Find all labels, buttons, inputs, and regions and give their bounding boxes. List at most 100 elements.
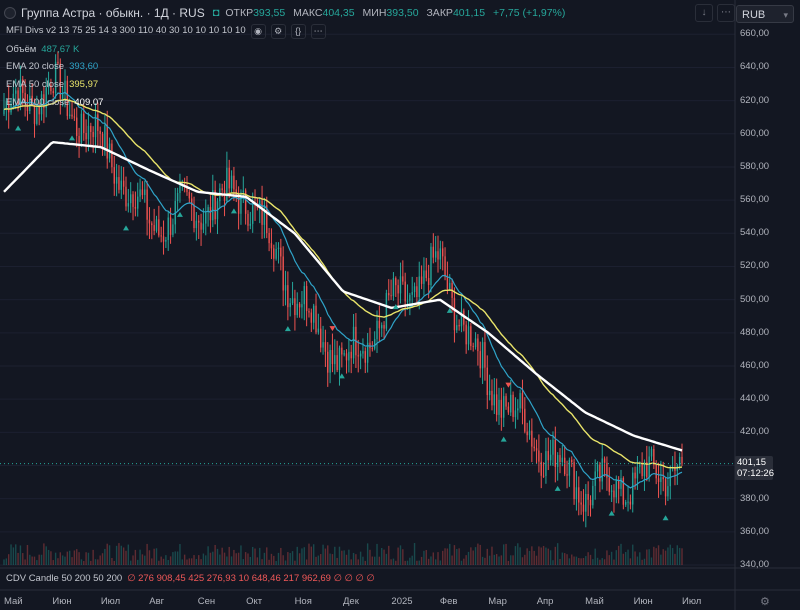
volume-bar	[348, 549, 350, 565]
volume-legend[interactable]: Объём 487,67 K	[6, 43, 79, 57]
candle-body	[678, 456, 681, 466]
candle-body	[545, 451, 547, 476]
time-tick-label: Авг	[149, 596, 165, 607]
candle-body	[592, 485, 594, 506]
volume-bar	[263, 552, 266, 565]
price-tick-label: 380,00	[740, 492, 770, 504]
candle-body	[167, 217, 169, 240]
volume-bar	[249, 556, 252, 565]
candle-body	[73, 116, 76, 118]
volume-bar	[355, 554, 357, 565]
volume-bar	[613, 559, 615, 565]
volume-bar	[418, 560, 420, 565]
volume-bar	[542, 545, 545, 565]
currency-select[interactable]: RUB ▾	[736, 5, 794, 23]
symbol-logo-icon[interactable]	[4, 7, 16, 19]
volume-bar	[390, 559, 392, 565]
candle-body	[495, 394, 498, 415]
candle-body	[68, 114, 71, 116]
volume-bar	[514, 546, 517, 565]
candle-body	[301, 304, 303, 308]
volume-bar	[467, 551, 470, 565]
more-icon[interactable]: ⋯	[310, 23, 326, 39]
volume-bar	[24, 559, 26, 565]
candle-body	[481, 342, 484, 369]
ema100-legend[interactable]: EMA 100 close 409,07	[6, 96, 103, 110]
candle-body	[120, 180, 123, 190]
volume-bar	[430, 556, 432, 565]
candle-body	[277, 247, 280, 249]
volume-bar	[606, 550, 608, 565]
candle-body	[465, 324, 467, 345]
volume-bar	[275, 560, 277, 565]
volume-bar	[90, 560, 92, 565]
candle-body	[474, 338, 477, 348]
candle-body	[85, 132, 87, 140]
candle-body	[270, 243, 273, 249]
volume-bar	[643, 558, 646, 565]
candle-body	[179, 185, 181, 194]
download-icon[interactable]: ↓	[695, 4, 713, 22]
volume-bar	[155, 548, 158, 565]
candle-body	[430, 246, 432, 286]
volume-bar	[22, 553, 24, 565]
volume-bar	[589, 554, 592, 565]
price-tick-label: 420,00	[740, 426, 770, 438]
volume-bar	[397, 547, 399, 565]
mfi-signal-up	[554, 485, 561, 491]
volume-bar	[289, 553, 291, 565]
candle-body	[561, 457, 564, 462]
candle-body	[118, 177, 120, 190]
candle-body	[287, 285, 289, 308]
volume-bar	[634, 551, 636, 565]
candle-body	[261, 200, 263, 225]
volume-bar	[632, 544, 634, 565]
mfi-indicator-legend[interactable]: MFI Divs v2 13 75 25 14 3 300 110 40 30 …	[6, 23, 326, 39]
more-icon[interactable]: ⋯	[717, 4, 735, 22]
volume-bar	[259, 547, 261, 565]
volume-bar	[165, 555, 167, 565]
volume-bar	[45, 546, 47, 565]
volume-bar	[381, 547, 383, 565]
price-chart[interactable]	[0, 0, 800, 610]
symbol-title[interactable]: Группа Астра · обыкн. · 1Д · RUS	[21, 6, 205, 20]
candle-body	[404, 281, 406, 302]
candle-body	[456, 325, 458, 331]
settings-icon[interactable]: ⚙	[760, 595, 770, 608]
volume-bar	[305, 559, 308, 565]
candle-body	[566, 474, 568, 476]
price-tick-label: 540,00	[740, 227, 770, 239]
ema20-legend[interactable]: EMA 20 close 393,60	[6, 60, 98, 74]
ema50-legend[interactable]: EMA 50 close 395,97	[6, 78, 98, 92]
volume-bar	[444, 548, 446, 565]
volume-bar	[423, 550, 425, 565]
volume-bar	[341, 550, 343, 565]
candle-body	[444, 256, 446, 277]
candle-body	[559, 455, 561, 462]
time-tick-label: Июл	[100, 596, 121, 607]
settings-icon[interactable]: ⚙	[270, 23, 286, 39]
volume-bar	[216, 548, 219, 565]
eye-icon[interactable]: ◉	[250, 23, 266, 39]
volume-bar	[226, 556, 228, 565]
mfi-signal-up	[500, 436, 507, 442]
volume-bar	[636, 556, 639, 565]
candle-body	[134, 206, 137, 209]
candle-body	[345, 353, 348, 361]
candle-body	[632, 472, 634, 505]
time-tick-label: Окт	[246, 596, 263, 607]
candle-body	[575, 487, 578, 500]
volume-bar	[179, 544, 181, 565]
volume-bar	[68, 550, 71, 565]
candle-body	[92, 131, 94, 138]
candle-body	[538, 450, 540, 462]
volume-bar	[660, 554, 662, 565]
cdv-indicator-legend[interactable]: CDV Candle 50 200 50 200 ∅ 276 908,45 425…	[6, 573, 375, 584]
candle-body	[624, 502, 627, 505]
candle-body	[322, 342, 324, 348]
volume-bar	[120, 545, 123, 565]
volume-bar	[26, 545, 29, 565]
volume-bar	[362, 556, 364, 565]
candle-body	[352, 326, 355, 359]
source-code-icon[interactable]: {}	[290, 23, 306, 39]
